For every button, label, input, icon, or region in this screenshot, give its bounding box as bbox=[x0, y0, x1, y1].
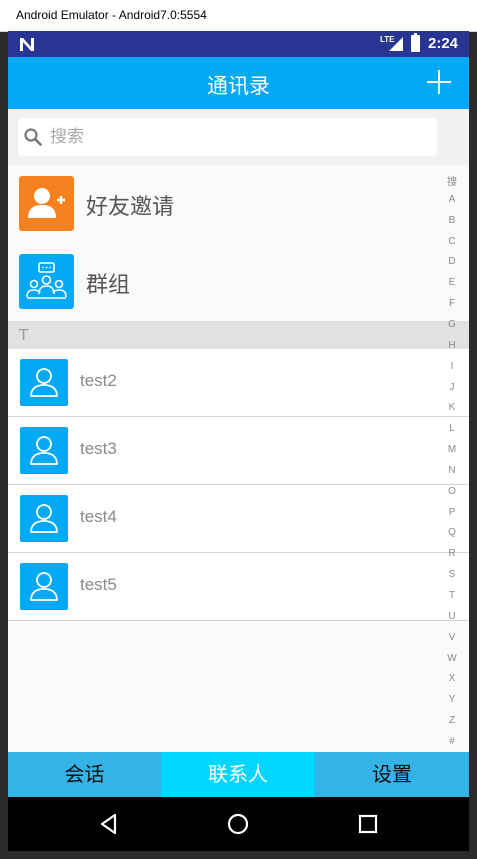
index-letter[interactable]: 搜 bbox=[440, 173, 464, 188]
group-chat-icon bbox=[19, 254, 74, 309]
index-letter[interactable]: C bbox=[440, 236, 464, 247]
tab-conversations[interactable]: 会话 bbox=[8, 752, 161, 797]
home-icon[interactable] bbox=[226, 812, 250, 836]
user-icon bbox=[20, 359, 68, 406]
contact-row[interactable]: test3 bbox=[8, 417, 469, 485]
contact-name: test2 bbox=[80, 371, 117, 390]
window-title: Android Emulator - Android7.0:5554 bbox=[16, 8, 207, 22]
recents-icon[interactable] bbox=[356, 812, 380, 836]
contact-name: test5 bbox=[80, 575, 117, 594]
index-letter[interactable]: V bbox=[440, 632, 464, 643]
add-friend-icon bbox=[19, 176, 74, 231]
emulator-screen: LTE 2:24 通讯录 好友邀请 bbox=[8, 31, 469, 851]
index-letter[interactable]: H bbox=[440, 340, 464, 351]
tab-settings[interactable]: 设置 bbox=[315, 752, 469, 797]
index-letter[interactable]: Y bbox=[440, 694, 464, 705]
battery-icon bbox=[411, 33, 420, 52]
index-letter[interactable]: U bbox=[440, 611, 464, 622]
contact-name: test4 bbox=[80, 507, 117, 526]
section-letter: T bbox=[19, 326, 29, 344]
index-letter[interactable]: Z bbox=[440, 715, 464, 726]
search-box[interactable] bbox=[18, 118, 437, 156]
friend-invite-label: 好友邀请 bbox=[86, 195, 175, 220]
user-icon bbox=[20, 563, 68, 610]
status-time: 2:24 bbox=[428, 35, 459, 52]
contact-name: test3 bbox=[80, 439, 117, 458]
contact-row[interactable]: test2 bbox=[8, 349, 469, 417]
index-letter[interactable]: G bbox=[440, 319, 464, 330]
index-letter[interactable]: S bbox=[440, 569, 464, 580]
app-bar: 通讯录 bbox=[8, 57, 469, 109]
list-item-group[interactable]: 群组 bbox=[8, 243, 469, 321]
index-letter[interactable]: M bbox=[440, 444, 464, 455]
section-header: T bbox=[8, 321, 469, 349]
index-letter[interactable]: J bbox=[440, 382, 464, 393]
index-letter[interactable]: W bbox=[440, 653, 464, 664]
index-letter[interactable]: R bbox=[440, 548, 464, 559]
index-letter[interactable]: X bbox=[440, 673, 464, 684]
alphabet-index-bar[interactable]: 搜 A B C D E F G H I J K L M N O P Q R S T U V W X Y Z # bbox=[440, 173, 464, 751]
group-label: 群组 bbox=[86, 273, 131, 298]
bottom-tab-bar: 会话 联系人 设置 bbox=[8, 752, 469, 797]
index-letter[interactable]: L bbox=[440, 423, 464, 434]
index-letter[interactable]: # bbox=[440, 736, 464, 747]
index-letter[interactable]: O bbox=[440, 486, 464, 497]
contact-row[interactable]: test4 bbox=[8, 485, 469, 553]
system-nav-bar bbox=[8, 797, 469, 851]
contact-row[interactable]: test5 bbox=[8, 553, 469, 621]
index-letter[interactable]: K bbox=[440, 402, 464, 413]
window-edge bbox=[463, 0, 471, 31]
n-icon bbox=[20, 38, 34, 51]
user-icon bbox=[20, 427, 68, 474]
tab-contacts[interactable]: 联系人 bbox=[161, 752, 315, 797]
back-icon[interactable] bbox=[97, 812, 121, 836]
index-letter[interactable]: A bbox=[440, 194, 464, 205]
search-icon bbox=[24, 128, 42, 146]
index-letter[interactable]: P bbox=[440, 507, 464, 518]
index-letter[interactable]: I bbox=[440, 361, 464, 372]
list-item-friend-invite[interactable]: 好友邀请 bbox=[8, 165, 469, 243]
search-input[interactable] bbox=[50, 125, 410, 149]
index-letter[interactable]: N bbox=[440, 465, 464, 476]
status-bar: LTE 2:24 bbox=[8, 31, 469, 57]
page-title: 通讯录 bbox=[207, 74, 270, 98]
index-letter[interactable]: F bbox=[440, 298, 464, 309]
search-area bbox=[8, 109, 469, 165]
index-letter[interactable]: E bbox=[440, 277, 464, 288]
index-letter[interactable]: B bbox=[440, 215, 464, 226]
index-letter[interactable]: T bbox=[440, 590, 464, 601]
window-titlebar: Android Emulator - Android7.0:5554 bbox=[0, 0, 477, 32]
index-letter[interactable]: Q bbox=[440, 527, 464, 538]
index-letter[interactable]: D bbox=[440, 256, 464, 267]
plus-icon[interactable] bbox=[427, 70, 451, 94]
user-icon bbox=[20, 495, 68, 542]
signal-icon bbox=[389, 37, 403, 51]
